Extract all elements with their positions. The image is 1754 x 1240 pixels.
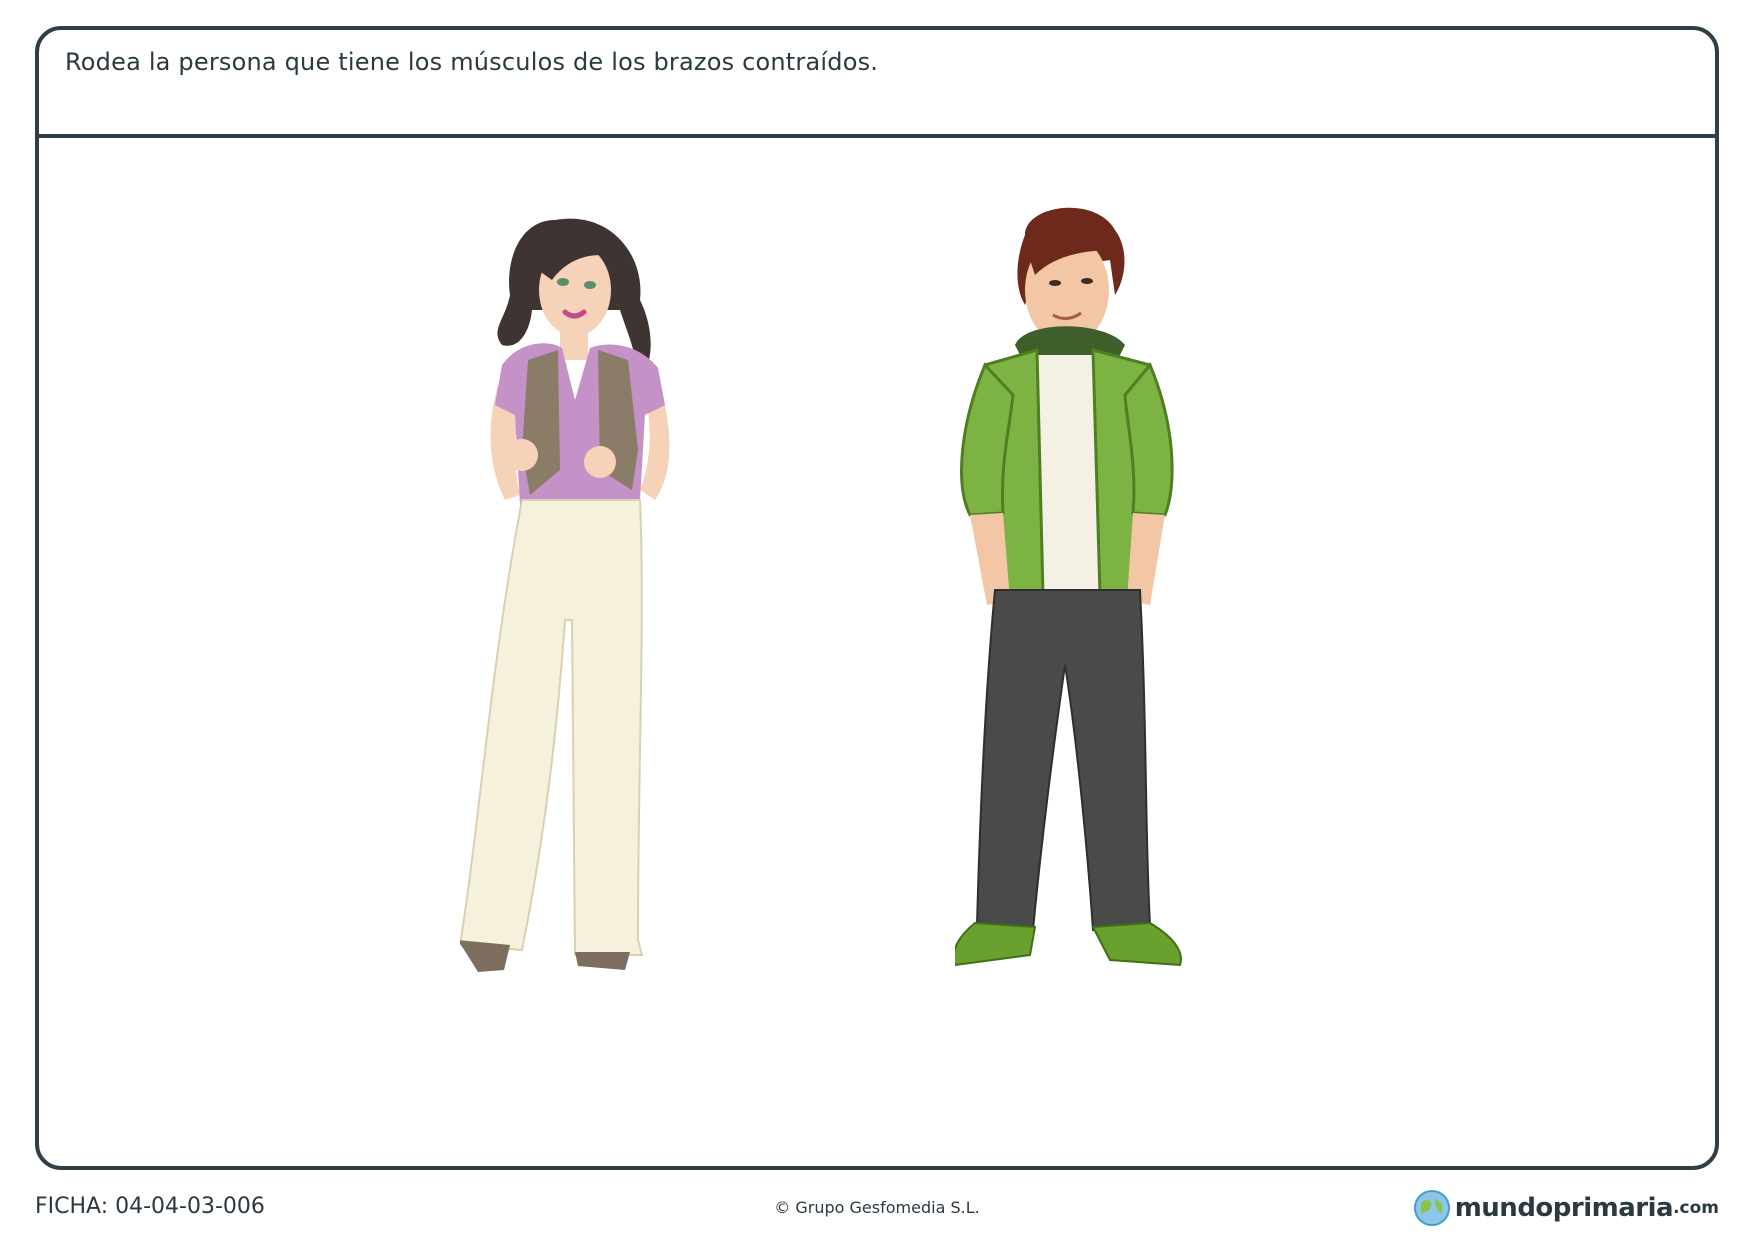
worksheet-frame: Rodea la persona que tiene los músculos …: [35, 26, 1719, 1170]
brand-name: mundoprimaria: [1454, 1193, 1674, 1223]
brand-logo[interactable]: mundoprimaria .com: [1413, 1188, 1719, 1228]
instruction-text: Rodea la persona que tiene los músculos …: [65, 48, 879, 76]
globe-icon: [1413, 1190, 1450, 1226]
brand-tld: .com: [1673, 1198, 1719, 1218]
girl-figure[interactable]: [460, 200, 720, 1120]
instruction-header: Rodea la persona que tiene los músculos …: [39, 30, 1715, 138]
boy-figure[interactable]: [955, 195, 1295, 1120]
